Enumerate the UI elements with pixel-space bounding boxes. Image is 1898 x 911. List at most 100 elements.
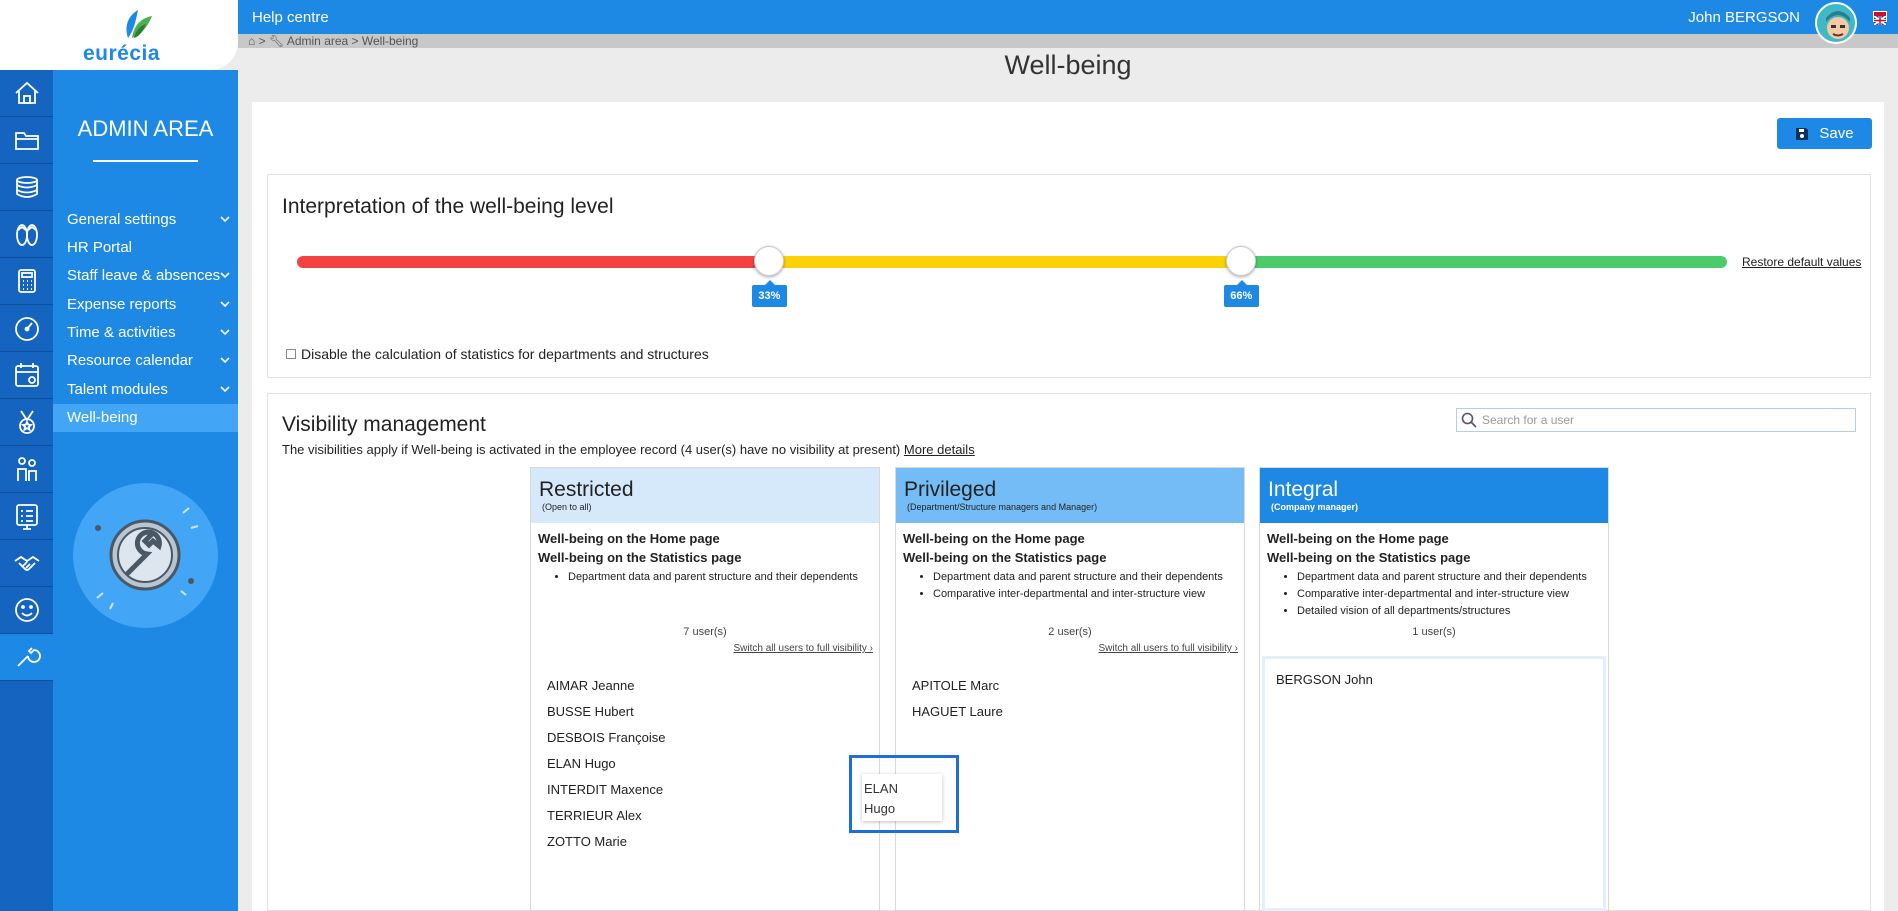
sidebar-item-label: Resource calendar	[67, 352, 193, 369]
floppy-disk-icon	[1796, 127, 1809, 140]
breadcrumb: ⌂ > 🔧︎ Admin area > Well-being	[238, 34, 1898, 48]
sidebar-item-general-settings[interactable]: General settings	[53, 206, 238, 234]
visibility-description: The visibilities apply if Well-being is …	[282, 442, 975, 457]
restore-defaults-link[interactable]: Restore default values	[1742, 255, 1861, 269]
feature-statistics: Well-being on the Statistics page	[538, 550, 742, 565]
sidebar-item-time-activities[interactable]: Time & activities	[53, 319, 238, 347]
dragged-user-line2: Hugo	[864, 801, 896, 816]
drag-highlight: ELAN Hugo	[849, 755, 959, 833]
search-placeholder: Search for a user	[1482, 413, 1575, 427]
wrench-illustration-icon	[95, 507, 199, 610]
breadcrumb-text[interactable]: Admin area > Well-being	[287, 34, 419, 48]
privileged-header: Privileged (Department/Structure manager…	[896, 468, 1244, 523]
slider-track-low	[297, 256, 769, 268]
handshake-icon[interactable]	[0, 540, 53, 587]
restricted-column: Restricted (Open to all) Well-being on t…	[530, 467, 880, 911]
medal-icon[interactable]	[0, 399, 53, 446]
sidebar-item-label: Well-being	[67, 409, 138, 426]
threshold-low-badge: 33%	[751, 280, 787, 307]
feature-home: Well-being on the Home page	[1267, 531, 1449, 546]
user-name[interactable]: John BERGSON	[1688, 9, 1800, 26]
checklist-icon[interactable]	[0, 493, 53, 540]
home-icon[interactable]: ⌂	[248, 34, 255, 48]
calendar-icon[interactable]	[0, 352, 53, 399]
disable-stats-checkbox[interactable]	[286, 349, 296, 359]
admin-menu: ADMIN AREA General settings HR Portal St…	[53, 70, 238, 911]
sidebar-item-staff-leave[interactable]: Staff leave & absences	[53, 262, 238, 290]
integral-drop-zone[interactable]	[1262, 656, 1606, 911]
save-button[interactable]: Save	[1777, 118, 1872, 149]
sidebar-item-label: HR Portal	[67, 239, 133, 256]
user-item[interactable]: ELAN Hugo	[547, 756, 666, 782]
sidebar-item-talent-modules[interactable]: Talent modules	[53, 376, 238, 404]
dragged-user-card[interactable]: ELAN Hugo	[862, 774, 942, 821]
admin-illustration	[73, 483, 218, 628]
save-label: Save	[1819, 125, 1854, 142]
user-item[interactable]: AIMAR Jeanne	[547, 678, 666, 704]
sidebar-item-label: General settings	[67, 211, 177, 228]
sidebar-item-expense-reports[interactable]: Expense reports	[53, 291, 238, 319]
smiley-icon[interactable]	[0, 587, 53, 634]
speedometer-icon[interactable]	[0, 305, 53, 352]
user-item[interactable]: HAGUET Laure	[912, 704, 1003, 730]
column-title: Restricted	[539, 478, 634, 501]
restricted-header: Restricted (Open to all)	[531, 468, 879, 523]
user-count: 1 user(s)	[1412, 626, 1456, 638]
chevron-down-icon	[220, 272, 230, 279]
search-input[interactable]: Search for a user	[1456, 408, 1856, 432]
calculator-icon[interactable]	[0, 258, 53, 305]
feature-bullet: Department data and parent structure and…	[568, 569, 872, 586]
uk-flag-icon[interactable]	[1873, 11, 1887, 26]
user-count: 2 user(s)	[1048, 626, 1092, 638]
user-item[interactable]: INTERDIT Maxence	[547, 782, 666, 808]
user-item[interactable]: DESBOIS Françoise	[547, 730, 666, 756]
logo-text: eurécia	[83, 42, 161, 65]
user-item[interactable]: ZOTTO Marie	[547, 834, 666, 860]
threshold-high-badge: 66%	[1223, 280, 1259, 307]
user-item[interactable]: APITOLE Marc	[912, 678, 1003, 704]
user-count: 7 user(s)	[683, 626, 727, 638]
flip-flops-icon[interactable]	[0, 211, 53, 258]
slider-handle-high[interactable]	[1225, 246, 1256, 276]
wrench-icon[interactable]	[0, 634, 53, 681]
disable-stats-label[interactable]: Disable the calculation of statistics fo…	[301, 346, 709, 362]
visibility-title: Visibility management	[282, 413, 486, 436]
column-subtitle: (Department/Structure managers and Manag…	[907, 502, 1098, 512]
feature-bullet: Department data and parent structure and…	[933, 569, 1237, 586]
coins-icon[interactable]	[0, 164, 53, 211]
user-list: AIMAR Jeanne BUSSE Hubert DESBOIS Franço…	[547, 678, 666, 860]
chevron-down-icon	[220, 301, 230, 308]
feature-statistics: Well-being on the Statistics page	[903, 550, 1107, 565]
people-icon[interactable]	[0, 446, 53, 493]
slider-track-mid	[768, 256, 1241, 268]
help-centre-link[interactable]: Help centre	[252, 9, 329, 26]
user-item[interactable]: BUSSE Hubert	[547, 704, 666, 730]
switch-all-label: Switch all users to full visibility	[733, 643, 867, 654]
sidebar-item-hr-portal[interactable]: HR Portal	[53, 234, 238, 262]
disable-stats-row: Disable the calculation of statistics fo…	[286, 346, 709, 362]
switch-all-link[interactable]: Switch all users to full visibility ›	[734, 643, 873, 654]
feature-statistics: Well-being on the Statistics page	[1267, 550, 1471, 565]
more-details-link[interactable]: More details	[904, 442, 975, 457]
slider-handle-low[interactable]	[753, 246, 784, 276]
visibility-description-text: The visibilities apply if Well-being is …	[282, 442, 901, 457]
column-title: Privileged	[904, 478, 997, 501]
user-item[interactable]: TERRIEUR Alex	[547, 808, 666, 834]
logo[interactable]: eurécia	[0, 0, 238, 70]
avatar[interactable]	[1815, 2, 1857, 44]
sidebar-item-well-being[interactable]: Well-being	[53, 404, 238, 432]
sidebar-item-label: Talent modules	[67, 381, 168, 398]
feature-home: Well-being on the Home page	[538, 531, 720, 546]
sidebar-item-resource-calendar[interactable]: Resource calendar	[53, 347, 238, 375]
folder-icon[interactable]	[0, 117, 53, 164]
chevron-down-icon	[220, 386, 230, 393]
switch-all-link[interactable]: Switch all users to full visibility ›	[1099, 643, 1238, 654]
home-icon[interactable]	[0, 70, 53, 117]
feature-bullet: Department data and parent structure and…	[1297, 569, 1601, 586]
leaf-logo-icon	[126, 10, 152, 38]
search-icon	[1461, 412, 1477, 428]
column-features: Well-being on the Home page Well-being o…	[1260, 523, 1608, 620]
chevron-down-icon	[220, 329, 230, 336]
divider	[93, 160, 198, 162]
integral-header: Integral (Company manager)	[1260, 468, 1608, 523]
